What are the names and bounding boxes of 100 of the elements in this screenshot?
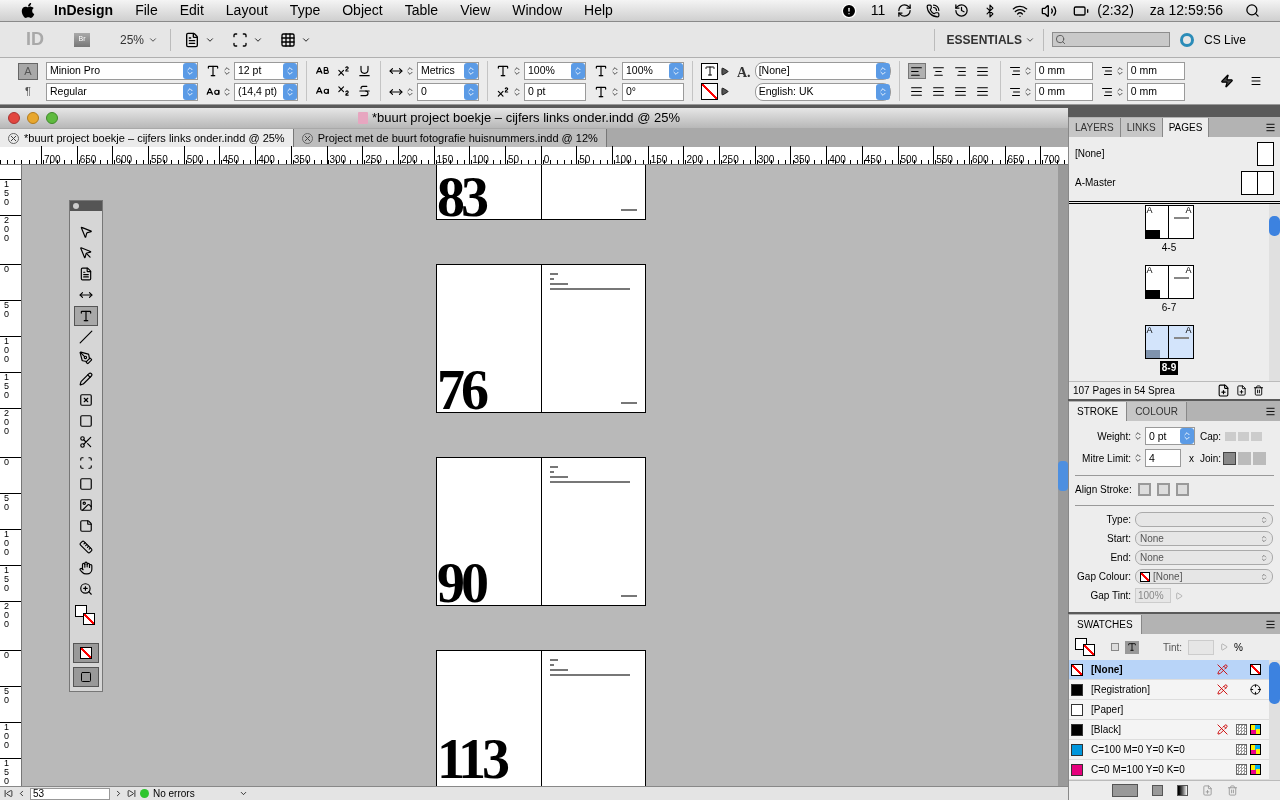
gap-colour-dropdown[interactable]: [None] xyxy=(1135,569,1273,585)
kerning-field[interactable]: Metrics xyxy=(417,61,479,80)
skew-field[interactable]: 0° xyxy=(622,82,684,101)
paragraph-mode-button[interactable]: ¶ xyxy=(18,82,38,100)
swatch-row[interactable]: C=0 M=100 Y=0 K=0 xyxy=(1069,760,1269,780)
view-options-button[interactable] xyxy=(183,31,216,48)
spread-thumbnail[interactable]: A A xyxy=(1144,265,1194,299)
menu-item[interactable]: Help xyxy=(584,0,613,21)
mitre-limit-field[interactable]: 4 xyxy=(1145,449,1181,468)
menu-item[interactable]: View xyxy=(460,0,491,21)
fill-stroke-swatch[interactable] xyxy=(75,605,97,625)
show-all-swatches-button[interactable] xyxy=(1111,784,1138,797)
quick-apply-icon[interactable] xyxy=(1220,73,1234,89)
tint-field[interactable] xyxy=(1188,639,1215,655)
search-field[interactable] xyxy=(1051,32,1170,47)
font-size-field[interactable]: 12 pt xyxy=(234,61,298,80)
weight-field[interactable]: 0 pt xyxy=(1145,427,1195,446)
panel-menu-icon[interactable] xyxy=(1250,75,1262,87)
panel-tab[interactable]: LINKS xyxy=(1120,118,1163,137)
menu-item[interactable]: Layout xyxy=(225,0,268,21)
menu-item[interactable]: File xyxy=(135,0,158,21)
spread-label[interactable]: 8-9 xyxy=(1159,361,1179,375)
panel-tab[interactable]: STROKE xyxy=(1069,402,1128,422)
menu-item[interactable]: Object xyxy=(342,0,383,21)
first-page-icon[interactable] xyxy=(4,789,13,798)
apply-none-button[interactable] xyxy=(73,643,99,663)
menu-item[interactable]: Edit xyxy=(179,0,204,21)
font-family-dropdown[interactable]: Minion Pro xyxy=(46,61,198,80)
cs-live-icon[interactable] xyxy=(1179,32,1194,47)
underline-icon[interactable] xyxy=(357,64,372,78)
menu-item[interactable]: Window xyxy=(512,0,563,21)
character-style-dropdown[interactable]: [None] xyxy=(754,61,891,80)
spotlight-search-icon[interactable] xyxy=(1245,3,1260,18)
text-toggle[interactable] xyxy=(1125,640,1139,654)
fill-stroke-swatch[interactable] xyxy=(1075,638,1095,656)
app-menu[interactable]: InDesign xyxy=(54,0,114,21)
page-spread[interactable]: 113 xyxy=(436,650,646,786)
panel-tab[interactable]: PAGES xyxy=(1162,118,1210,137)
panel-tab[interactable]: SWATCHES xyxy=(1069,615,1142,634)
master-page-item[interactable]: A-Master xyxy=(1075,175,1116,190)
spread-thumbnail[interactable]: A A xyxy=(1144,205,1194,239)
time-machine-icon[interactable] xyxy=(954,3,970,18)
text-stroke-swatch[interactable] xyxy=(701,82,718,100)
horizontal-scale-field[interactable]: 100% xyxy=(622,61,684,80)
page-spread[interactable]: 90 xyxy=(436,457,646,606)
adobe-updates-count[interactable]: 11 xyxy=(870,0,886,21)
next-page-icon[interactable] xyxy=(114,789,123,798)
spread-label[interactable]: 6-7 xyxy=(1159,301,1179,315)
indent-field[interactable]: 0 mm xyxy=(1126,61,1185,80)
font-style-dropdown[interactable]: Regular xyxy=(46,82,198,101)
page-spread[interactable]: 83 xyxy=(436,165,646,220)
indent-field[interactable]: 0 mm xyxy=(1126,82,1185,101)
indent-field[interactable]: 0 mm xyxy=(1034,61,1093,80)
join-button[interactable] xyxy=(1223,451,1237,465)
spread-label[interactable]: 4-5 xyxy=(1159,241,1179,255)
vertical-scale-field[interactable]: 100% xyxy=(524,61,586,80)
screen-frame-icon[interactable] xyxy=(231,31,250,48)
align-button[interactable] xyxy=(907,63,926,79)
panel-tab[interactable]: COLOUR xyxy=(1127,402,1187,422)
previous-page-icon[interactable] xyxy=(17,789,26,798)
swatch-row[interactable]: [Registration] xyxy=(1069,680,1269,700)
strikethrough-icon[interactable] xyxy=(357,84,372,98)
tracking-field[interactable]: 0 xyxy=(417,82,479,101)
zoom-window-button[interactable] xyxy=(46,112,58,124)
close-window-button[interactable] xyxy=(8,112,20,124)
arrange-documents-button[interactable] xyxy=(279,31,312,48)
spread-thumbnail[interactable]: A A xyxy=(1144,325,1194,359)
page-number-field[interactable]: 53 xyxy=(30,787,110,800)
close-panel-button[interactable] xyxy=(73,203,79,209)
start-dropdown[interactable]: None xyxy=(1135,531,1273,547)
container-toggle[interactable] xyxy=(1111,643,1119,651)
zoom-dropdown[interactable]: 25% xyxy=(120,30,159,49)
indent-field[interactable]: 0 mm xyxy=(1034,82,1093,101)
screen-mode-button[interactable] xyxy=(73,667,99,687)
menu-item[interactable]: Table xyxy=(404,0,439,21)
new-swatch-icon[interactable] xyxy=(1201,785,1213,796)
language-dropdown[interactable]: English: UK xyxy=(754,82,891,101)
clock[interactable]: za 12:59:56 xyxy=(1149,0,1223,21)
alert-icon[interactable] xyxy=(840,2,857,19)
swatch-row[interactable]: [Black] xyxy=(1069,720,1269,740)
page-size-icon[interactable] xyxy=(1217,384,1230,398)
volume-icon[interactable] xyxy=(1041,2,1058,19)
superscript-icon[interactable] xyxy=(336,64,351,78)
leading-field[interactable]: (14,4 pt) xyxy=(234,82,298,101)
phone-icon[interactable] xyxy=(926,3,941,18)
apple-menu-icon[interactable] xyxy=(20,2,36,19)
menu-item[interactable]: Type xyxy=(289,0,321,21)
end-dropdown[interactable]: None xyxy=(1135,550,1273,566)
baseline-shift-field[interactable]: 0 pt xyxy=(524,82,586,101)
subscript-icon[interactable] xyxy=(336,84,351,98)
cs-live-button[interactable]: CS Live xyxy=(1203,30,1246,49)
layout-grid-icon[interactable] xyxy=(279,31,298,48)
show-colour-swatches-button[interactable] xyxy=(1151,785,1163,796)
type-tool[interactable] xyxy=(74,305,98,326)
show-gradient-swatches-button[interactable] xyxy=(1176,785,1188,796)
swatch-row[interactable]: [Paper] xyxy=(1069,700,1269,720)
swatch-row[interactable]: [None] xyxy=(1069,660,1269,680)
sync-icon[interactable] xyxy=(897,3,913,18)
page-spread[interactable]: 76 xyxy=(436,264,646,413)
battery-time[interactable]: (2:32) xyxy=(1097,0,1134,21)
